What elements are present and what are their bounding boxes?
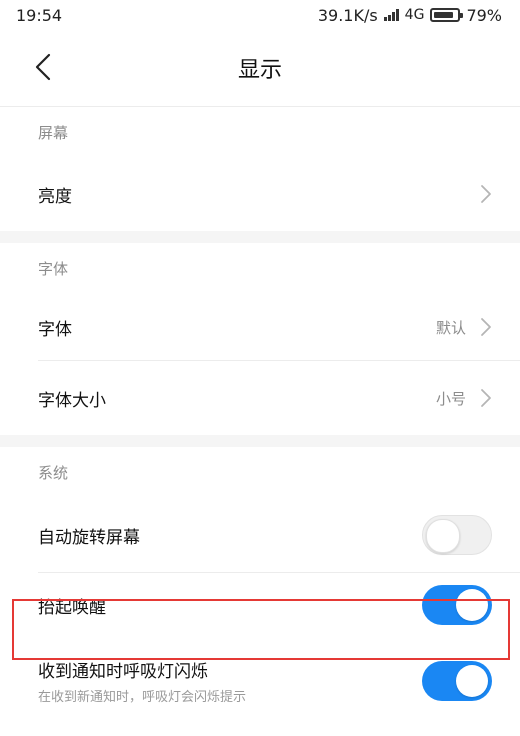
section-title-screen: 屏幕 <box>38 123 69 142</box>
chevron-left-icon <box>35 53 51 81</box>
brightness-label: 亮度 <box>38 186 72 207</box>
section-screen: 屏幕 亮度 <box>0 107 520 231</box>
back-button[interactable] <box>28 52 58 82</box>
signal-icon <box>383 9 399 21</box>
section-title-font: 字体 <box>38 259 69 278</box>
net-speed: 39.1K/s <box>317 5 378 25</box>
network-type: 4G <box>404 7 425 23</box>
notify-light-row: 收到通知时呼吸灯闪烁 在收到新通知时，呼吸灯会闪烁提示 <box>0 647 520 715</box>
font-size-label: 字体大小 <box>38 390 106 411</box>
section-font: 字体 字体 默认 字体大小 小号 <box>0 243 520 435</box>
raise-wake-label: 抬起唤醒 <box>38 597 106 618</box>
section-title-system: 系统 <box>38 463 69 482</box>
section-system: 系统 自动旋转屏幕 抬起唤醒 收到通知时呼吸灯闪烁 在收到新通知时，呼吸灯会闪烁… <box>0 447 520 715</box>
font-row[interactable]: 字体 默认 <box>0 293 520 361</box>
section-divider <box>0 435 520 447</box>
toggle-knob <box>456 665 488 697</box>
notify-light-sub: 在收到新通知时，呼吸灯会闪烁提示 <box>38 690 247 705</box>
auto-rotate-label: 自动旋转屏幕 <box>38 527 140 548</box>
raise-wake-toggle[interactable] <box>422 585 492 625</box>
font-label: 字体 <box>38 319 72 340</box>
toggle-knob <box>426 519 460 553</box>
auto-rotate-row: 自动旋转屏幕 <box>0 497 520 573</box>
status-indicators: 39.1K/s 4G 79% <box>318 6 502 25</box>
status-bar: 19:54 39.1K/s 4G 79% <box>0 0 520 30</box>
notify-light-toggle[interactable] <box>422 661 492 701</box>
battery-percent: 79% <box>466 5 502 25</box>
auto-rotate-toggle[interactable] <box>422 515 492 555</box>
chevron-right-icon <box>480 388 492 408</box>
toggle-knob <box>456 589 488 621</box>
font-size-row[interactable]: 字体大小 小号 <box>0 361 520 435</box>
battery-icon <box>430 8 464 22</box>
chevron-right-icon <box>480 317 492 337</box>
status-time: 19:54 <box>16 5 63 25</box>
section-divider <box>0 231 520 243</box>
notify-light-label: 收到通知时呼吸灯闪烁 <box>38 662 208 682</box>
font-size-value: 小号 <box>435 389 466 408</box>
page-title: 显示 <box>237 58 282 83</box>
raise-wake-row: 抬起唤醒 <box>0 573 520 637</box>
chevron-right-icon <box>480 184 492 204</box>
app-header: 显示 <box>0 30 520 107</box>
brightness-row[interactable]: 亮度 <box>0 157 520 231</box>
font-value: 默认 <box>435 318 466 337</box>
